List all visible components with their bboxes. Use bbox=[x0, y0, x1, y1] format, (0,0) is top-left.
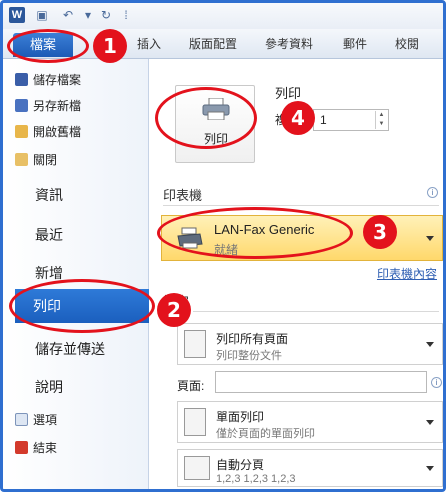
options-icon bbox=[15, 413, 28, 426]
nav-item-label: 結束 bbox=[33, 441, 58, 455]
copies-stepper[interactable]: ▲ ▼ bbox=[375, 111, 387, 129]
nav-item-options[interactable]: 選項 bbox=[15, 411, 58, 429]
chevron-down-icon bbox=[426, 342, 434, 347]
sides-select[interactable]: 單面列印 僅於頁面的單面列印 bbox=[177, 401, 443, 443]
step-badge-3: 3 bbox=[363, 215, 397, 249]
chevron-down-icon bbox=[426, 466, 434, 471]
step-badge-2: 2 bbox=[157, 293, 191, 327]
save-icon bbox=[15, 73, 28, 86]
printer-section-title: 印表機 bbox=[163, 188, 203, 203]
print-range-label: 列印所有頁面 bbox=[216, 332, 289, 346]
backstage-window: W ▣ ↶ ▾ ↻ ⁞ 檔案 插入 版面配置 參考資料 郵件 校閱 儲存檔案 另… bbox=[0, 0, 446, 492]
divider bbox=[193, 311, 439, 312]
copies-field[interactable]: 1 ▲ ▼ bbox=[313, 109, 389, 131]
annotation-ring bbox=[155, 87, 257, 149]
chevron-down-icon bbox=[426, 236, 434, 241]
nav-item-exit[interactable]: 結束 bbox=[15, 439, 58, 457]
collate-label: 自動分頁 bbox=[216, 458, 265, 472]
annotation-ring bbox=[9, 279, 155, 333]
nav-item-save[interactable]: 儲存檔案 bbox=[15, 71, 82, 89]
print-range-select[interactable]: 列印所有頁面 列印整份文件 bbox=[177, 323, 443, 365]
one-sided-icon bbox=[184, 408, 206, 436]
nav-item-recent[interactable]: 最近 bbox=[35, 225, 63, 245]
nav-item-label: 開啟舊檔 bbox=[33, 125, 82, 139]
nav-item-save-send[interactable]: 儲存並傳送 bbox=[35, 339, 105, 359]
nav-item-save-as[interactable]: 另存新檔 bbox=[15, 97, 82, 115]
pages-label: 頁面: bbox=[177, 379, 205, 393]
divider bbox=[163, 205, 439, 206]
nav-item-info[interactable]: 資訊 bbox=[35, 185, 63, 205]
tab-references[interactable]: 參考資料 bbox=[265, 35, 313, 52]
sides-desc: 僅於頁面的單面列印 bbox=[216, 428, 315, 440]
collate-icon bbox=[184, 456, 210, 480]
folder-close-icon bbox=[15, 153, 28, 166]
nav-item-label: 關閉 bbox=[33, 153, 58, 167]
nav-item-open[interactable]: 開啟舊檔 bbox=[15, 123, 82, 141]
save-as-icon bbox=[15, 99, 28, 112]
pages-input[interactable] bbox=[215, 371, 427, 393]
tab-mailings[interactable]: 郵件 bbox=[343, 35, 367, 52]
print-heading: 列印 bbox=[275, 86, 302, 101]
nav-item-help[interactable]: 說明 bbox=[35, 377, 63, 397]
tab-insert[interactable]: 插入 bbox=[137, 35, 161, 52]
step-badge-1: 1 bbox=[93, 29, 127, 63]
word-logo-icon: W bbox=[9, 7, 25, 23]
print-range-desc: 列印整份文件 bbox=[216, 350, 282, 362]
nav-item-label: 儲存檔案 bbox=[33, 73, 82, 87]
chevron-down-icon bbox=[426, 420, 434, 425]
step-badge-4: 4 bbox=[281, 101, 315, 135]
info-icon[interactable]: i bbox=[431, 377, 442, 388]
annotation-ring bbox=[7, 29, 89, 63]
pages-icon bbox=[184, 330, 206, 358]
collate-desc: 1,2,3 1,2,3 1,2,3 bbox=[216, 473, 296, 485]
info-icon[interactable]: i bbox=[427, 187, 438, 198]
undo-icon[interactable]: ↶ bbox=[61, 8, 75, 22]
collate-select[interactable]: 自動分頁 1,2,3 1,2,3 1,2,3 bbox=[177, 449, 443, 487]
quick-access-toolbar: W ▣ ↶ ▾ ↻ ⁞ bbox=[3, 3, 443, 29]
tab-review[interactable]: 校閱 bbox=[395, 35, 419, 52]
nav-item-label: 另存新檔 bbox=[33, 99, 82, 113]
exit-icon bbox=[15, 441, 28, 454]
printer-properties-link[interactable]: 印表機內容 bbox=[377, 265, 437, 282]
sides-label: 單面列印 bbox=[216, 410, 265, 424]
backstage-nav: 儲存檔案 另存新檔 開啟舊檔 關閉 資訊 最近 新增 列印 儲存並傳送 說明 選… bbox=[3, 59, 165, 489]
annotation-ring bbox=[157, 207, 353, 259]
customize-toolbar-icon[interactable]: ⁞ bbox=[119, 8, 133, 22]
folder-open-icon bbox=[15, 125, 28, 138]
nav-item-label: 選項 bbox=[33, 413, 58, 427]
save-icon[interactable]: ▣ bbox=[35, 8, 49, 22]
copies-value: 1 bbox=[320, 113, 327, 127]
nav-item-close[interactable]: 關閉 bbox=[15, 151, 58, 169]
redo-icon[interactable]: ↻ bbox=[99, 8, 113, 22]
chevron-down-icon[interactable]: ▾ bbox=[81, 8, 95, 22]
tab-layout[interactable]: 版面配置 bbox=[189, 35, 237, 52]
